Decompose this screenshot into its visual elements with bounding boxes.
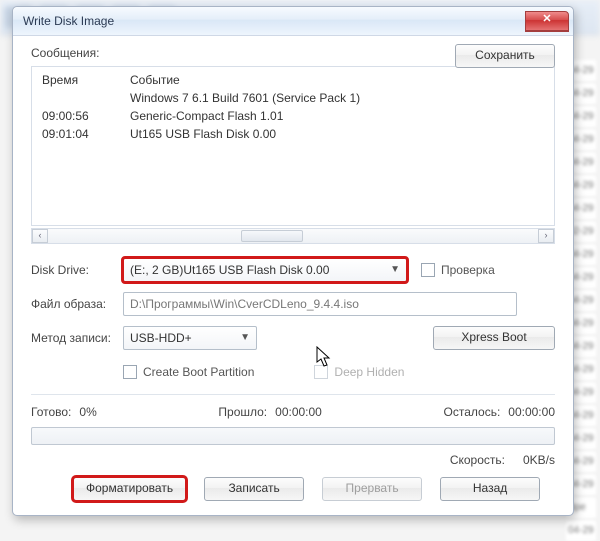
log-col-time: Время	[38, 71, 126, 89]
write-method-value: USB-HDD+	[130, 328, 192, 348]
log-time: 09:00:56	[38, 107, 126, 125]
elapsed-value: 00:00:00	[275, 405, 322, 419]
scroll-left-icon[interactable]: ‹	[32, 229, 48, 243]
create-boot-partition-label: Create Boot Partition	[143, 365, 254, 379]
image-file-field[interactable]: D:\Программы\Win\СverCDLeno_9.4.4.iso	[123, 292, 517, 316]
form-area: Disk Drive: (E:, 2 GB)Ut165 USB Flash Di…	[31, 258, 555, 501]
write-method-label: Метод записи:	[31, 331, 123, 345]
progress-bar	[31, 427, 555, 445]
checkbox-icon	[421, 263, 435, 277]
scroll-right-icon[interactable]: ›	[538, 229, 554, 243]
log-col-event: Событие	[126, 71, 548, 89]
verify-label: Проверка	[441, 263, 495, 277]
log-time	[38, 89, 126, 107]
log-scrollbar[interactable]: ‹ ›	[31, 228, 555, 244]
dialog-body: Сообщения: Сохранить Время Событие Windo…	[13, 36, 573, 515]
log-event: Generic-Compact Flash 1.01	[126, 107, 548, 125]
log-panel: Время Событие Windows 7 6.1 Build 7601 (…	[31, 66, 555, 226]
log-row: Windows 7 6.1 Build 7601 (Service Pack 1…	[38, 89, 548, 107]
deep-hidden-label: Deep Hidden	[334, 365, 404, 379]
window-title: Write Disk Image	[23, 14, 525, 28]
chevron-down-icon: ▼	[390, 260, 400, 280]
titlebar[interactable]: Write Disk Image ✕	[13, 7, 573, 36]
disk-drive-value: (E:, 2 GB)Ut165 USB Flash Disk 0.00	[130, 260, 329, 280]
status-row: Готово: 0% Прошло: 00:00:00 Осталось: 00…	[31, 405, 555, 419]
image-file-label: Файл образа:	[31, 297, 123, 311]
disk-drive-select[interactable]: (E:, 2 GB)Ut165 USB Flash Disk 0.00 ▼	[123, 258, 407, 282]
save-button[interactable]: Сохранить	[455, 44, 555, 68]
remaining-value: 00:00:00	[508, 405, 555, 419]
format-button[interactable]: Форматировать	[73, 477, 186, 501]
create-boot-partition-checkbox[interactable]: Create Boot Partition	[123, 365, 254, 379]
ready-label: Готово:	[31, 405, 71, 419]
back-button[interactable]: Назад	[440, 477, 540, 501]
log-time: 09:01:04	[38, 125, 126, 143]
image-file-value: D:\Программы\Win\СverCDLeno_9.4.4.iso	[130, 294, 359, 314]
elapsed-label: Прошло:	[218, 405, 267, 419]
close-icon[interactable]: ✕	[525, 11, 569, 32]
remaining-label: Осталось:	[444, 405, 501, 419]
speed-row: Скорость: 0KB/s	[31, 453, 555, 467]
screenshot-stage: 04-2904-2904-2904-2904-2904-2904-2902-29…	[0, 0, 600, 541]
disk-drive-label: Disk Drive:	[31, 263, 123, 277]
dialog-window: Write Disk Image ✕ Сообщения: Сохранить …	[12, 6, 574, 516]
log-row: 09:01:04Ut165 USB Flash Disk 0.00	[38, 125, 548, 143]
percent-value: 0%	[79, 405, 96, 419]
checkbox-icon	[123, 365, 137, 379]
action-row: Форматировать Записать Прервать Назад	[31, 477, 555, 501]
xpress-boot-button[interactable]: Xpress Boot	[433, 326, 555, 350]
log-table: Время Событие Windows 7 6.1 Build 7601 (…	[38, 71, 548, 143]
speed-value: 0KB/s	[523, 453, 555, 467]
write-method-select[interactable]: USB-HDD+ ▼	[123, 326, 257, 350]
verify-checkbox[interactable]: Проверка	[421, 263, 495, 277]
log-row: 09:00:56Generic-Compact Flash 1.01	[38, 107, 548, 125]
messages-label: Сообщения:	[31, 46, 99, 60]
window-controls: ✕	[525, 11, 569, 32]
speed-label: Скорость:	[450, 453, 505, 467]
deep-hidden-checkbox: Deep Hidden	[314, 365, 404, 379]
checkbox-icon	[314, 365, 328, 379]
log-event: Ut165 USB Flash Disk 0.00	[126, 125, 548, 143]
separator	[31, 394, 555, 395]
abort-button: Прервать	[322, 477, 422, 501]
scroll-handle[interactable]	[241, 230, 303, 242]
write-button[interactable]: Записать	[204, 477, 304, 501]
log-event: Windows 7 6.1 Build 7601 (Service Pack 1…	[126, 89, 548, 107]
chevron-down-icon: ▼	[240, 328, 250, 348]
